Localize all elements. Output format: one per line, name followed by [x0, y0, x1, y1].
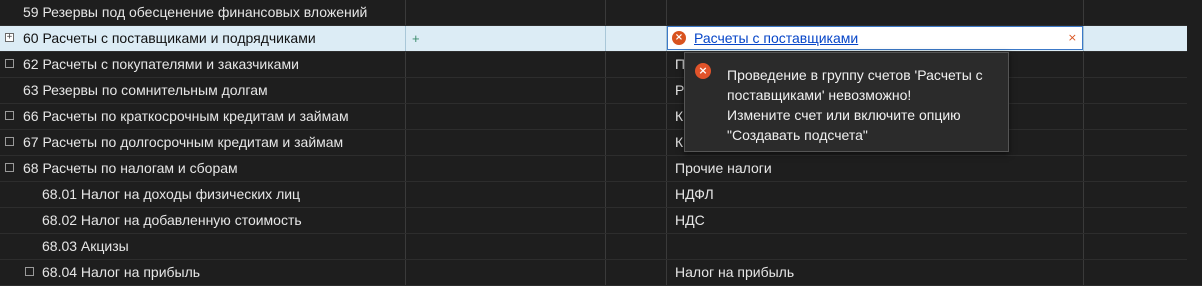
empty-cell[interactable] — [606, 52, 667, 77]
account-name: 68.02 Налог на добавленную стоимость — [42, 212, 302, 228]
expand-toggle-icon[interactable]: + — [5, 33, 14, 42]
account-cell[interactable]: 63 Резервы по сомнительным долгам — [0, 78, 406, 103]
empty-cell[interactable] — [606, 234, 667, 259]
account-cell[interactable]: 68.01 Налог на доходы физических лиц — [0, 182, 406, 207]
account-value: К — [675, 108, 684, 124]
empty-cell[interactable] — [606, 26, 667, 51]
account-cell[interactable]: 68.03 Акцизы — [0, 234, 406, 259]
empty-cell[interactable] — [406, 208, 606, 233]
empty-cell — [1084, 130, 1186, 155]
table-row[interactable]: 63 Резервы по сомнительным долгам Р — [0, 78, 1202, 104]
add-cell[interactable]: + — [406, 26, 606, 51]
account-cell[interactable]: 67 Расчеты по долгосрочным кредитам и за… — [0, 130, 406, 155]
empty-cell[interactable] — [606, 0, 667, 25]
tooltip-line: "Создавать подсчета" — [727, 127, 868, 143]
value-cell[interactable] — [667, 234, 1084, 259]
empty-cell[interactable] — [606, 260, 667, 285]
empty-cell[interactable] — [406, 156, 606, 181]
account-cell[interactable]: 68.04 Налог на прибыль — [0, 260, 406, 285]
account-name: 62 Расчеты с покупателями и заказчиками — [23, 56, 299, 72]
empty-cell[interactable] — [606, 182, 667, 207]
account-name: 68 Расчеты по налогам и сборам — [23, 160, 238, 176]
account-cell[interactable]: 66 Расчеты по краткосрочным кредитам и з… — [0, 104, 406, 129]
value-cell[interactable]: Прочие налоги — [667, 156, 1084, 181]
table-row[interactable]: 68.04 Налог на прибыль Налог на прибыль — [0, 260, 1202, 286]
error-icon: × — [695, 63, 711, 79]
value-cell[interactable]: НДФЛ — [667, 182, 1084, 207]
account-cell[interactable]: 59 Резервы под обесценение финансовых вл… — [0, 0, 406, 25]
plus-icon[interactable]: + — [412, 26, 420, 51]
account-value: НДФЛ — [675, 186, 714, 202]
error-tooltip: × Проведение в группу счетов 'Расчеты с … — [684, 52, 1009, 152]
accounts-grid: 59 Резервы под обесценение финансовых вл… — [0, 0, 1202, 286]
account-name: 67 Расчеты по долгосрочным кредитам и за… — [23, 134, 344, 150]
error-icon: × — [672, 31, 686, 45]
table-row[interactable]: 68 Расчеты по налогам и сборам Прочие на… — [0, 156, 1202, 182]
empty-cell[interactable] — [406, 234, 606, 259]
table-row[interactable]: 59 Резервы под обесценение финансовых вл… — [0, 0, 1202, 26]
empty-cell — [1084, 260, 1186, 285]
account-name: 60 Расчеты с поставщиками и подрядчиками — [23, 30, 316, 46]
table-row[interactable]: 66 Расчеты по краткосрочным кредитам и з… — [0, 104, 1202, 130]
empty-cell — [1084, 26, 1186, 51]
account-value: Прочие налоги — [675, 160, 772, 176]
clear-icon[interactable]: × — [1068, 27, 1077, 49]
account-name: 66 Расчеты по краткосрочным кредитам и з… — [23, 108, 349, 124]
empty-cell[interactable] — [406, 104, 606, 129]
expand-toggle-icon[interactable] — [5, 59, 14, 68]
table-row-selected[interactable]: + 60 Расчеты с поставщиками и подрядчика… — [0, 26, 1202, 52]
empty-cell — [1084, 234, 1186, 259]
empty-cell[interactable] — [406, 182, 606, 207]
table-row[interactable]: 68.02 Налог на добавленную стоимость НДС — [0, 208, 1202, 234]
empty-cell — [1084, 78, 1186, 103]
table-row[interactable]: 68.03 Акцизы — [0, 234, 1202, 260]
account-name: 68.04 Налог на прибыль — [42, 264, 201, 280]
empty-cell — [1084, 52, 1186, 77]
table-row[interactable]: 68.01 Налог на доходы физических лиц НДФ… — [0, 182, 1202, 208]
tooltip-line: Измените счет или включите опцию — [727, 107, 961, 123]
empty-cell — [1084, 0, 1186, 25]
value-cell[interactable] — [667, 0, 1084, 25]
empty-cell[interactable] — [606, 104, 667, 129]
account-name: 68.01 Налог на доходы физических лиц — [42, 186, 301, 202]
account-cell[interactable]: 62 Расчеты с покупателями и заказчиками — [0, 52, 406, 77]
account-name: 59 Резервы под обесценение финансовых вл… — [23, 4, 368, 20]
empty-cell — [1084, 156, 1186, 181]
expand-toggle-icon[interactable] — [5, 111, 14, 120]
empty-cell[interactable] — [606, 156, 667, 181]
account-value: Налог на прибыль — [675, 264, 795, 280]
account-name: 68.03 Акцизы — [42, 238, 129, 254]
table-row[interactable]: 62 Расчеты с покупателями и заказчиками … — [0, 52, 1202, 78]
empty-cell[interactable] — [406, 130, 606, 155]
empty-cell[interactable] — [406, 52, 606, 77]
account-name: 63 Резервы по сомнительным долгам — [23, 82, 268, 98]
account-value-link[interactable]: Расчеты с поставщиками — [694, 27, 858, 49]
account-cell[interactable]: 68 Расчеты по налогам и сборам — [0, 156, 406, 181]
table-row[interactable]: 67 Расчеты по долгосрочным кредитам и за… — [0, 130, 1202, 156]
expand-toggle-icon[interactable] — [5, 163, 14, 172]
expand-toggle-icon[interactable] — [25, 267, 34, 276]
account-value-input[interactable]: × Расчеты с поставщиками × — [667, 26, 1083, 50]
empty-cell — [1084, 104, 1186, 129]
account-value: К — [675, 134, 684, 150]
empty-cell[interactable] — [406, 260, 606, 285]
value-cell[interactable]: Налог на прибыль — [667, 260, 1084, 285]
account-cell[interactable]: 68.02 Налог на добавленную стоимость — [0, 208, 406, 233]
value-cell[interactable]: НДС — [667, 208, 1084, 233]
empty-cell[interactable] — [406, 0, 606, 25]
vertical-scrollbar[interactable] — [1187, 0, 1202, 276]
account-value: Р — [675, 82, 685, 98]
empty-cell — [1084, 182, 1186, 207]
tooltip-line: поставщиками' невозможно! — [727, 87, 912, 103]
empty-cell[interactable] — [606, 78, 667, 103]
account-cell[interactable]: + 60 Расчеты с поставщиками и подрядчика… — [0, 26, 406, 51]
empty-cell[interactable] — [606, 130, 667, 155]
empty-cell[interactable] — [406, 78, 606, 103]
tooltip-line: Проведение в группу счетов 'Расчеты с — [727, 67, 983, 83]
account-value: НДС — [675, 212, 705, 228]
expand-toggle-icon[interactable] — [5, 137, 14, 146]
empty-cell[interactable] — [606, 208, 667, 233]
empty-cell — [1084, 208, 1186, 233]
